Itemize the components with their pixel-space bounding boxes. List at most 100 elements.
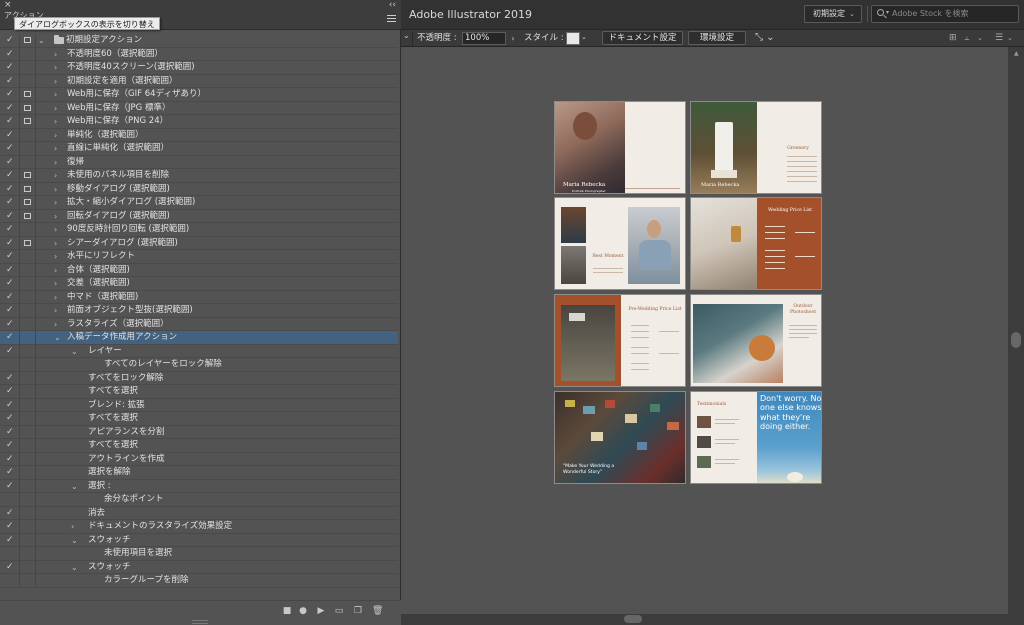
toggle-dialog-column[interactable] (21, 344, 36, 358)
checkmark-icon[interactable]: ✓ (6, 264, 14, 278)
toggle-item-column[interactable]: ✓ (0, 209, 20, 224)
collapse-panel-icon[interactable]: ‹‹ (389, 0, 396, 10)
toggle-dialog-column[interactable] (21, 385, 36, 399)
toggle-item-column[interactable]: ✓ (0, 263, 20, 278)
toggle-dialog-column[interactable] (21, 277, 36, 291)
chevron-right-icon[interactable]: › (54, 264, 57, 278)
toggle-item-column[interactable]: ✓ (0, 61, 20, 75)
chevron-right-icon[interactable]: › (54, 304, 57, 318)
toggle-item-column[interactable]: ✓ (0, 182, 20, 196)
toggle-dialog-column[interactable] (21, 493, 36, 507)
action-row[interactable]: ✓ すべてを選択 (0, 439, 398, 453)
dialog-toggle-icon[interactable] (24, 239, 31, 246)
action-row[interactable]: ✓ すべてを選択 (0, 412, 398, 426)
checkmark-icon[interactable]: ✓ (6, 88, 14, 102)
transform-grid-icon[interactable]: ⊞ (949, 32, 957, 44)
checkmark-icon[interactable]: ✓ (6, 385, 14, 399)
toggle-item-column[interactable]: ✓ (0, 223, 20, 237)
chevron-right-icon[interactable]: › (54, 115, 57, 129)
options-icon[interactable]: ☰ (995, 32, 1003, 44)
toggle-item-column[interactable]: ✓ (0, 506, 20, 521)
toggle-item-column[interactable]: ✓ (0, 155, 20, 170)
toggle-item-column[interactable]: ✓ (0, 344, 20, 358)
artboard-2[interactable]: Maria Rebecka Greenery (690, 101, 822, 194)
chevron-right-icon[interactable]: › (54, 156, 57, 170)
chevron-right-icon[interactable]: › (54, 318, 57, 332)
chevron-down-icon[interactable]: ⌄ (71, 561, 78, 575)
checkmark-icon[interactable]: ✓ (6, 34, 14, 48)
artboard-4[interactable]: Wedding Price List (690, 197, 822, 290)
checkmark-icon[interactable]: ✓ (6, 156, 14, 170)
style-chevron-icon[interactable]: ⌄ (581, 33, 587, 41)
checkmark-icon[interactable]: ✓ (6, 507, 14, 521)
toggle-dialog-column[interactable] (21, 101, 36, 115)
checkmark-icon[interactable]: ✓ (6, 318, 14, 332)
checkmark-icon[interactable]: ✓ (6, 210, 14, 224)
toggle-item-column[interactable]: ✓ (0, 115, 20, 129)
toggle-dialog-column[interactable] (21, 412, 36, 426)
toggle-item-column[interactable]: ✓ (0, 74, 20, 89)
checkmark-icon[interactable]: ✓ (6, 453, 14, 467)
dialog-toggle-icon[interactable] (24, 118, 31, 124)
toggle-dialog-column[interactable] (21, 34, 36, 48)
record-button[interactable]: ● (298, 606, 308, 616)
chevron-down-icon[interactable]: ⌄ (38, 34, 45, 48)
toggle-dialog-column[interactable] (21, 506, 36, 520)
delete-button[interactable]: 🗑 (372, 606, 383, 616)
action-row[interactable]: ✓ ⌄ レイヤー (0, 344, 398, 358)
checkmark-icon[interactable]: ✓ (6, 237, 14, 251)
action-row[interactable]: ✓ › シアーダイアログ (選択範囲) (0, 236, 398, 251)
toggle-item-column[interactable]: ✓ (0, 479, 20, 493)
chevron-down-icon[interactable]: ⌄ (54, 331, 61, 345)
stop-button[interactable]: ■ (282, 606, 292, 616)
action-row[interactable]: ✓ › 水平にリフレクト (0, 250, 398, 264)
toggle-item-column[interactable]: ✓ (0, 236, 20, 251)
toggle-dialog-column[interactable] (21, 155, 36, 169)
toggle-item-column[interactable] (0, 493, 20, 507)
action-row[interactable]: ✓ › 90度反時計回り回転 (選択範囲) (0, 223, 398, 237)
checkmark-icon[interactable]: ✓ (6, 561, 14, 575)
toggle-item-column[interactable]: ✓ (0, 142, 20, 156)
checkmark-icon[interactable]: ✓ (6, 466, 14, 480)
toggle-item-column[interactable]: ✓ (0, 331, 20, 345)
toggle-item-column[interactable]: ✓ (0, 560, 20, 575)
artboard-6[interactable]: Outdoor Photoshoot (690, 294, 822, 387)
checkmark-icon[interactable]: ✓ (6, 304, 14, 318)
toggle-item-column[interactable]: ✓ (0, 466, 20, 480)
resize-grip[interactable] (192, 620, 208, 624)
chevron-right-icon[interactable]: › (54, 277, 57, 291)
checkmark-icon[interactable]: ✓ (6, 75, 14, 89)
chevron-right-icon[interactable]: › (54, 129, 57, 143)
chevron-right-icon[interactable]: › (54, 61, 57, 75)
toggle-dialog-column[interactable] (21, 74, 36, 88)
action-row[interactable]: ✓ › 直線に単純化（選択範囲） (0, 142, 398, 156)
toggle-dialog-column[interactable] (21, 61, 36, 75)
preferences-button[interactable]: 環境設定 (688, 31, 746, 45)
checkmark-icon[interactable]: ✓ (6, 412, 14, 426)
toggle-dialog-column[interactable] (21, 128, 36, 142)
chevron-right-icon[interactable]: › (54, 223, 57, 237)
toggle-dialog-column[interactable] (21, 466, 36, 480)
toggle-item-column[interactable]: ✓ (0, 412, 20, 426)
chevron-down-icon[interactable]: ⌄ (71, 480, 78, 494)
action-row[interactable]: ✓ アピアランスを分割 (0, 425, 398, 439)
checkmark-icon[interactable]: ✓ (6, 291, 14, 305)
checkmark-icon[interactable]: ✓ (6, 520, 14, 534)
toggle-dialog-column[interactable] (21, 88, 36, 102)
toggle-item-column[interactable]: ✓ (0, 277, 20, 291)
toggle-item-column[interactable]: ✓ (0, 47, 20, 61)
style-swatch[interactable] (566, 32, 580, 45)
toggle-dialog-column[interactable] (21, 47, 36, 61)
toggle-item-column[interactable]: ✓ (0, 317, 20, 332)
action-row[interactable]: ✓ › 単純化（選択範囲） (0, 128, 398, 143)
toggle-item-column[interactable]: ✓ (0, 34, 20, 48)
opacity-input[interactable]: 100% (462, 32, 506, 45)
action-row[interactable]: ✓ アウトラインを作成 (0, 452, 398, 467)
action-row[interactable]: ✓ ⌄ スウォッチ (0, 560, 398, 575)
toggle-dialog-column[interactable] (21, 115, 36, 129)
chevron-right-icon[interactable]: › (54, 88, 57, 102)
checkmark-icon[interactable]: ✓ (6, 129, 14, 143)
toggle-dialog-column[interactable] (21, 439, 36, 453)
search-dropdown-icon[interactable]: ▾ (886, 9, 889, 16)
dialog-toggle-icon[interactable] (24, 185, 31, 192)
